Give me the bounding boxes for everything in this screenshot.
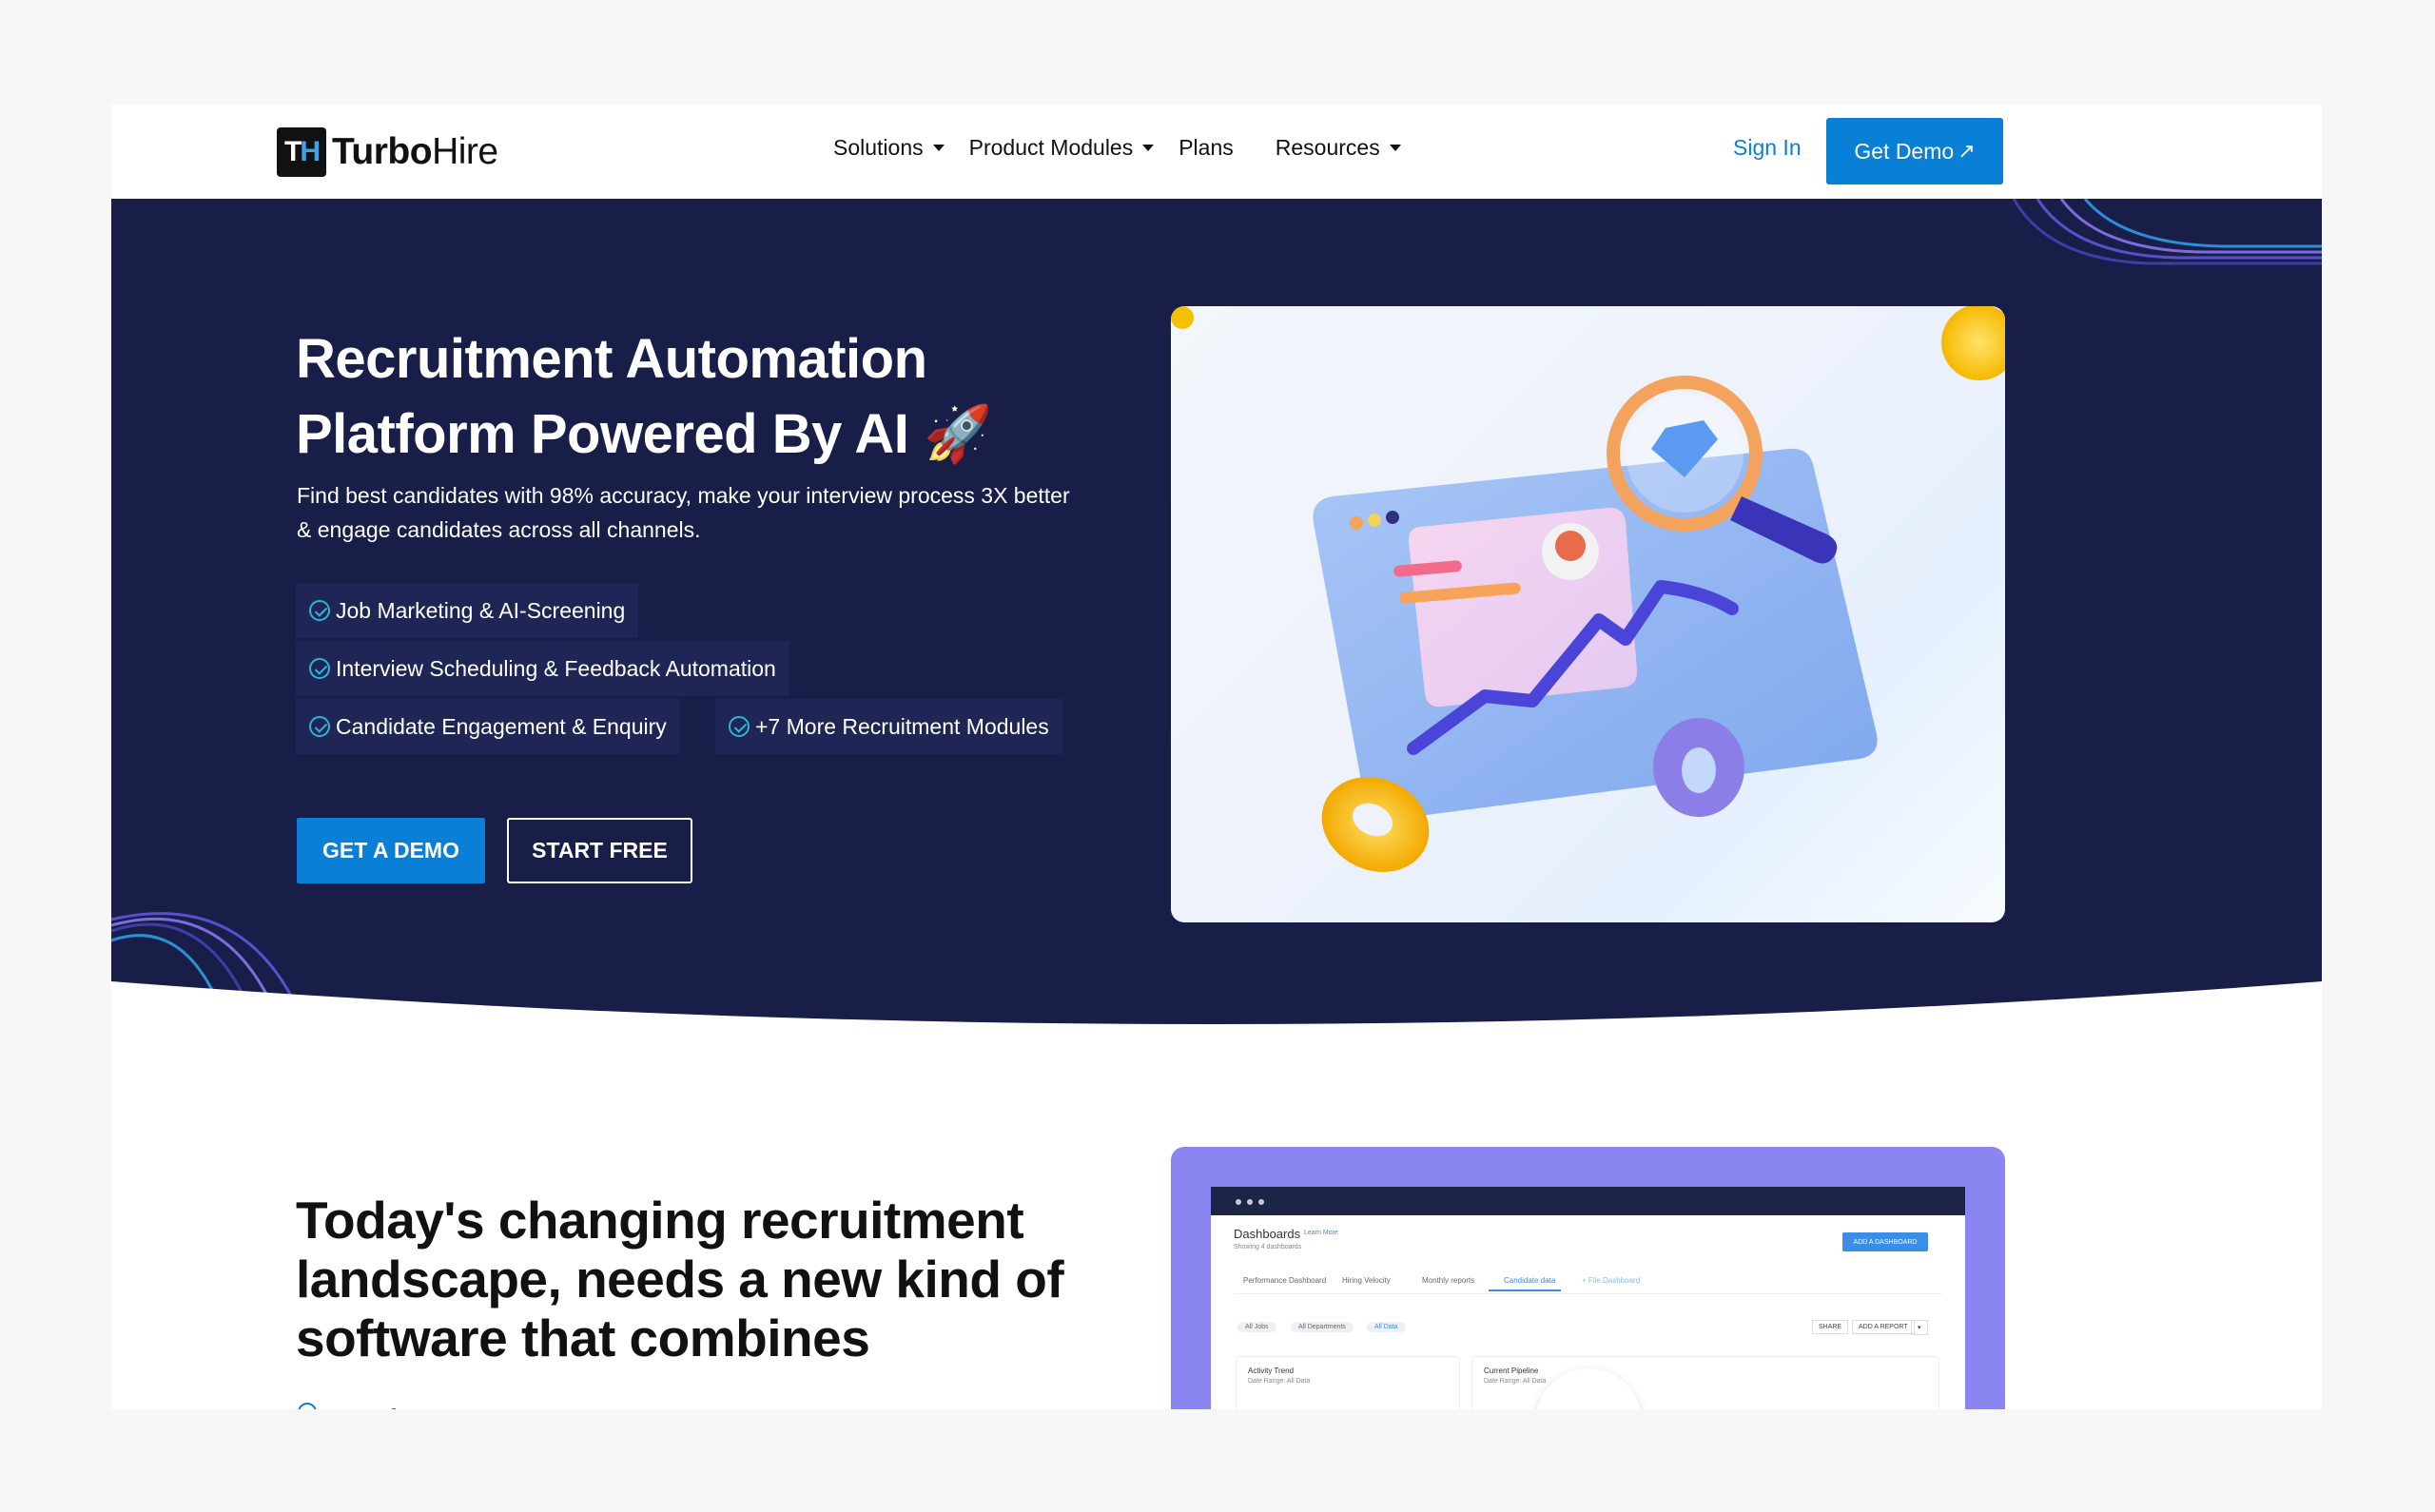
- logo-text-light: Hire: [432, 131, 498, 172]
- tab-hiring-velocity[interactable]: Hiring Velocity: [1342, 1276, 1391, 1285]
- hero-title: Recruitment Automation Platform Powered …: [296, 321, 1057, 472]
- active-tab-indicator: [1489, 1289, 1561, 1291]
- current-pipeline-card: Current Pipeline Date Range: All Data: [1471, 1356, 1939, 1409]
- check-circle-icon: [729, 716, 750, 737]
- feature-pill: Candidate Engagement & Enquiry: [296, 699, 680, 754]
- logo-mark-t: T: [284, 136, 302, 167]
- nav-item-resources[interactable]: Resources: [1276, 135, 1401, 161]
- feature-pill: Interview Scheduling & Feedback Automati…: [296, 641, 789, 696]
- hero-title-line1: Recruitment Automation: [296, 328, 927, 390]
- feature-label: Candidate Engagement & Enquiry: [336, 713, 667, 739]
- filter-all-departments[interactable]: All Departments: [1291, 1322, 1354, 1332]
- section2-title: Today's changing recruitment landscape, …: [296, 1191, 1064, 1367]
- card-title: Current Pipeline: [1484, 1367, 1539, 1375]
- window-dot: [1236, 1199, 1241, 1205]
- page: TH TurboHire Solutions Product Modules P…: [111, 105, 2322, 1409]
- hero-bottom-curve: [111, 981, 2322, 1057]
- check-circle-icon: [309, 716, 330, 737]
- check-circle-icon: [309, 658, 330, 679]
- start-free-button[interactable]: START FREE: [507, 818, 692, 883]
- feature-pill: Job Marketing & AI-Screening: [296, 583, 639, 638]
- add-report-button[interactable]: ADD A REPORT: [1852, 1320, 1915, 1334]
- chevron-down-icon: [932, 145, 945, 151]
- site-header: TH TurboHire Solutions Product Modules P…: [111, 105, 2322, 199]
- hero-subtitle: Find best candidates with 98% accuracy, …: [297, 483, 1070, 542]
- rocket-icon: 🚀: [923, 403, 992, 465]
- decorative-arcs-top: [2012, 199, 2322, 265]
- chevron-down-icon: [1389, 145, 1401, 151]
- logo-mark-h: H: [300, 136, 321, 167]
- card-subtitle: Date Range: All Data: [1484, 1378, 1547, 1385]
- dashboard-subtitle: Showing 4 dashboards: [1234, 1244, 1302, 1250]
- decor-sphere: [1941, 306, 2005, 380]
- decor-sphere-small: [1171, 306, 1194, 329]
- tab-performance-dashboard[interactable]: Performance Dashboard: [1243, 1276, 1326, 1285]
- check-circle-icon: [309, 600, 330, 621]
- card-subtitle: Date Range: All Data: [1248, 1378, 1311, 1385]
- sign-in-link[interactable]: Sign In: [1733, 135, 1802, 161]
- get-demo-button[interactable]: Get Demo ↗: [1826, 118, 2003, 184]
- logo-text: TurboHire: [332, 131, 498, 173]
- more-options-button[interactable]: ▾: [1911, 1320, 1928, 1335]
- profile-card: [1408, 507, 1638, 708]
- analytics-illustration: [1171, 306, 2005, 872]
- main-nav: Solutions Product Modules Plans Resource…: [833, 135, 1426, 161]
- nav-item-label: Plans: [1179, 135, 1234, 160]
- filter-all-data[interactable]: All Data: [1367, 1322, 1406, 1332]
- nav-item-plans[interactable]: Plans: [1179, 135, 1234, 161]
- turbohire-logo[interactable]: TH TurboHire: [277, 127, 498, 177]
- arrow-up-right-icon: ↗: [1958, 139, 1976, 163]
- nav-item-solutions[interactable]: Solutions: [833, 135, 945, 161]
- logo-text-bold: Turbo: [332, 131, 433, 172]
- filter-all-jobs[interactable]: All Jobs: [1237, 1322, 1276, 1332]
- get-demo-label: Get Demo: [1854, 138, 1955, 164]
- card-title: Activity Trend: [1248, 1367, 1295, 1375]
- feature-label: Job Marketing & AI-Screening: [336, 597, 626, 623]
- tab-file-dashboard[interactable]: + File Dashboard: [1582, 1276, 1640, 1285]
- tab-monthly-reports[interactable]: Monthly reports: [1422, 1276, 1474, 1285]
- hero-illustration: [1171, 306, 2005, 922]
- dashboard-title: Dashboards: [1234, 1227, 1301, 1241]
- window-titlebar: [1211, 1187, 1965, 1215]
- get-a-demo-button[interactable]: GET A DEMO: [297, 818, 485, 883]
- feature-label: Interview Scheduling & Feedback Automati…: [336, 655, 776, 681]
- feature-label: +7 More Recruitment Modules: [755, 713, 1049, 739]
- activity-trend-card: Activity Trend Date Range: All Data: [1236, 1356, 1460, 1409]
- dashboard-preview-frame: Dashboards Learn More Showing 4 dashboar…: [1171, 1147, 2005, 1409]
- add-dashboard-button[interactable]: ADD A DASHBOARD: [1842, 1232, 1928, 1251]
- nav-item-product-modules[interactable]: Product Modules: [969, 135, 1155, 161]
- learn-more-link[interactable]: Learn More: [1304, 1230, 1338, 1236]
- tab-divider: [1234, 1293, 1942, 1294]
- window-dot: [1247, 1199, 1253, 1205]
- nav-item-label: Solutions: [833, 135, 924, 160]
- feature-pill-more[interactable]: +7 More Recruitment Modules: [715, 699, 1062, 754]
- window-dot: [1258, 1199, 1264, 1205]
- share-button[interactable]: SHARE: [1812, 1320, 1849, 1334]
- nav-item-label: Product Modules: [968, 135, 1134, 160]
- partial-check-icon: [298, 1403, 396, 1409]
- chevron-down-icon: [1142, 145, 1155, 151]
- tab-candidate-data[interactable]: Candidate data: [1504, 1276, 1555, 1285]
- logo-mark: TH: [277, 127, 326, 177]
- hero-title-line2: Platform Powered By AI: [296, 403, 909, 465]
- dashboard-preview: Dashboards Learn More Showing 4 dashboar…: [1211, 1187, 1965, 1409]
- nav-item-label: Resources: [1275, 135, 1380, 160]
- play-video-button[interactable]: [1535, 1368, 1642, 1409]
